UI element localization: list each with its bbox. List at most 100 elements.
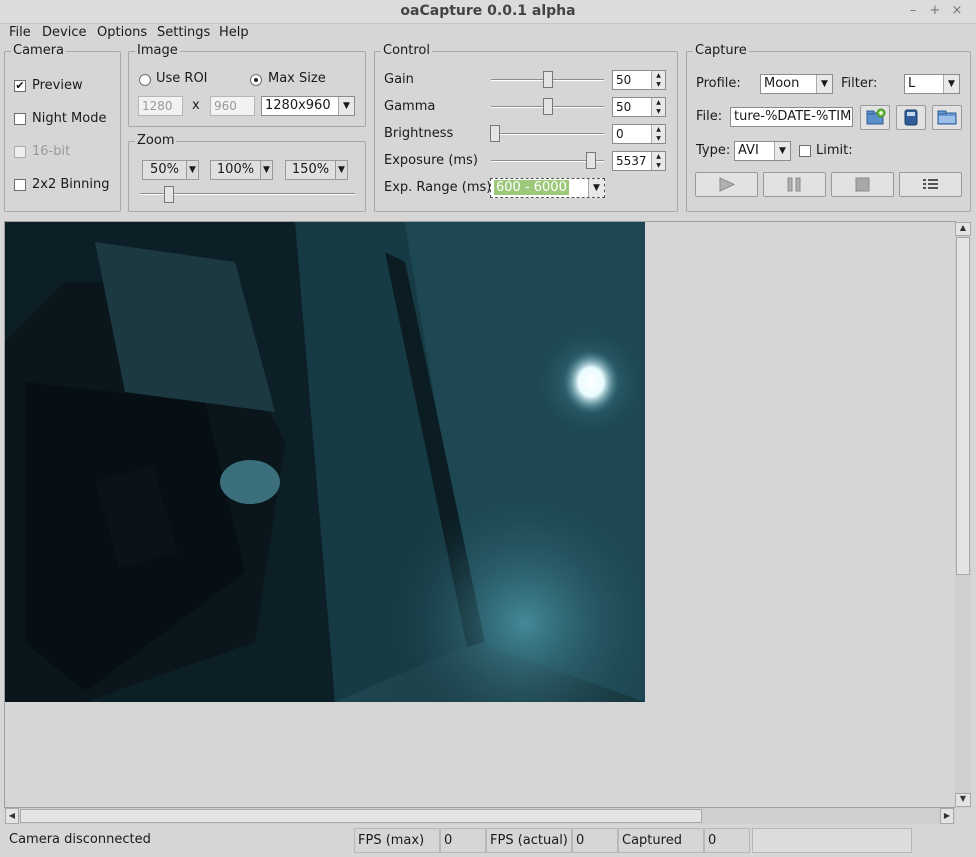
brightness-slider-track	[491, 133, 604, 135]
exposure-slider-handle[interactable]	[585, 152, 596, 169]
filter-combo[interactable]: L ▼	[904, 74, 960, 94]
list-icon	[923, 179, 938, 189]
chevron-down-icon[interactable]: ▼	[335, 161, 347, 179]
exp-range-value: 600 - 6000	[494, 180, 569, 195]
chevron-down-icon[interactable]: ▼	[260, 161, 272, 179]
zoom-slider-handle[interactable]	[164, 186, 175, 203]
profile-value: Moon	[764, 76, 800, 91]
captured-value: 0	[704, 828, 750, 853]
type-combo[interactable]: AVI ▼	[734, 141, 791, 161]
brightness-slider-handle[interactable]	[490, 125, 500, 142]
fps-actual-value: 0	[572, 828, 618, 853]
chevron-down-icon: ▼	[816, 75, 832, 93]
zoom-150-button[interactable]: 150% ▼	[285, 160, 348, 180]
gamma-spinbox[interactable]: 50 ▲ ▼	[612, 97, 666, 117]
image-group-title: Image	[135, 43, 180, 58]
exposure-spinbox[interactable]: 5537 ▲ ▼	[612, 151, 666, 171]
menu-options[interactable]: Options	[97, 25, 147, 40]
max-size-radio[interactable]	[250, 74, 262, 86]
pause-capture-button[interactable]	[763, 172, 826, 197]
capture-group-title: Capture	[693, 43, 749, 58]
menu-help[interactable]: Help	[219, 25, 249, 40]
close-button[interactable]: ×	[949, 3, 965, 19]
stop-icon	[855, 177, 870, 192]
night-mode-label: Night Mode	[32, 111, 107, 126]
start-capture-button[interactable]	[695, 172, 758, 197]
resolution-combo[interactable]: 1280x960 ▼	[261, 96, 355, 116]
zoom-150-label: 150%	[291, 162, 330, 177]
scroll-right-arrow-icon[interactable]: ▶	[940, 808, 954, 824]
control-group-title: Control	[381, 43, 432, 58]
limit-checkbox[interactable]	[799, 145, 811, 157]
type-value: AVI	[738, 143, 759, 158]
stop-capture-button[interactable]	[831, 172, 894, 197]
zoom-100-button[interactable]: 100% ▼	[210, 160, 273, 180]
use-roi-radio[interactable]	[139, 74, 151, 86]
profile-label: Profile:	[696, 76, 741, 91]
file-label: File:	[696, 109, 723, 124]
menu-settings[interactable]: Settings	[157, 25, 210, 40]
zoom-50-button[interactable]: 50% ▼	[142, 160, 199, 180]
horizontal-scroll-thumb[interactable]	[20, 809, 702, 823]
spin-arrows-icon[interactable]: ▲ ▼	[651, 125, 665, 143]
brightness-spinbox[interactable]: 0 ▲ ▼	[612, 124, 666, 144]
gamma-label: Gamma	[384, 99, 436, 114]
gamma-slider-handle[interactable]	[542, 98, 553, 115]
binning-label: 2x2 Binning	[32, 177, 110, 192]
exposure-label: Exposure (ms)	[384, 153, 478, 168]
scroll-up-arrow-icon[interactable]: ▲	[955, 222, 971, 236]
scroll-left-arrow-icon[interactable]: ◀	[5, 808, 19, 824]
gain-label: Gain	[384, 72, 414, 87]
open-folder-button[interactable]	[932, 105, 962, 130]
chevron-down-icon: ▼	[588, 179, 604, 197]
16bit-label: 16-bit	[32, 144, 71, 159]
brightness-label: Brightness	[384, 126, 454, 141]
binning-checkbox[interactable]	[14, 179, 26, 191]
use-roi-label: Use ROI	[156, 71, 208, 86]
spin-arrows-icon[interactable]: ▲ ▼	[651, 98, 665, 116]
max-size-label: Max Size	[268, 71, 326, 86]
chevron-down-icon: ▼	[943, 75, 959, 93]
new-folder-icon	[866, 108, 886, 125]
menu-file[interactable]: File	[9, 25, 31, 40]
chevron-down-icon[interactable]: ▼	[186, 161, 198, 179]
exp-range-label: Exp. Range (ms)	[384, 180, 492, 195]
play-icon	[719, 177, 736, 192]
fps-actual-label: FPS (actual)	[486, 828, 572, 853]
save-profile-button[interactable]	[896, 105, 926, 130]
zoom-group-title: Zoom	[135, 133, 177, 148]
menu-device[interactable]: Device	[42, 25, 86, 40]
filter-value: L	[908, 76, 916, 91]
file-template-input[interactable]: ture-%DATE-%TIME	[730, 107, 853, 127]
scroll-down-arrow-icon[interactable]: ▼	[955, 793, 971, 807]
roi-x-label: x	[192, 98, 200, 113]
preview-checkbox[interactable]: ✔	[14, 80, 26, 92]
zoom-100-label: 100%	[216, 162, 255, 177]
minimize-button[interactable]: –	[905, 3, 921, 19]
vertical-scroll-thumb[interactable]	[956, 237, 970, 575]
window-title: oaCapture 0.0.1 alpha	[400, 3, 576, 19]
gain-spinbox[interactable]: 50 ▲ ▼	[612, 70, 666, 90]
gain-slider-handle[interactable]	[542, 71, 553, 88]
zoom-50-label: 50%	[150, 162, 179, 177]
spin-arrows-icon[interactable]: ▲ ▼	[651, 152, 665, 170]
roi-height-input[interactable]: 960	[210, 96, 255, 116]
filter-label: Filter:	[841, 76, 878, 91]
night-mode-checkbox[interactable]	[14, 113, 26, 125]
roi-width-input[interactable]: 1280	[138, 96, 183, 116]
16bit-checkbox[interactable]	[14, 146, 26, 158]
spin-arrows-icon[interactable]: ▲ ▼	[651, 71, 665, 89]
status-message: Camera disconnected	[9, 832, 151, 847]
chevron-down-icon: ▼	[774, 142, 790, 160]
profile-combo[interactable]: Moon ▼	[760, 74, 833, 94]
maximize-button[interactable]: +	[927, 3, 943, 19]
preview-label: Preview	[32, 78, 83, 93]
gain-value: 50	[616, 73, 632, 87]
resolution-value: 1280x960	[265, 98, 331, 113]
fps-max-value: 0	[440, 828, 486, 853]
exp-range-combo[interactable]: 600 - 6000 ▼	[490, 178, 605, 198]
chevron-down-icon: ▼	[338, 97, 354, 115]
folder-icon	[937, 110, 957, 125]
capture-list-button[interactable]	[899, 172, 962, 197]
new-folder-button[interactable]	[860, 105, 890, 130]
